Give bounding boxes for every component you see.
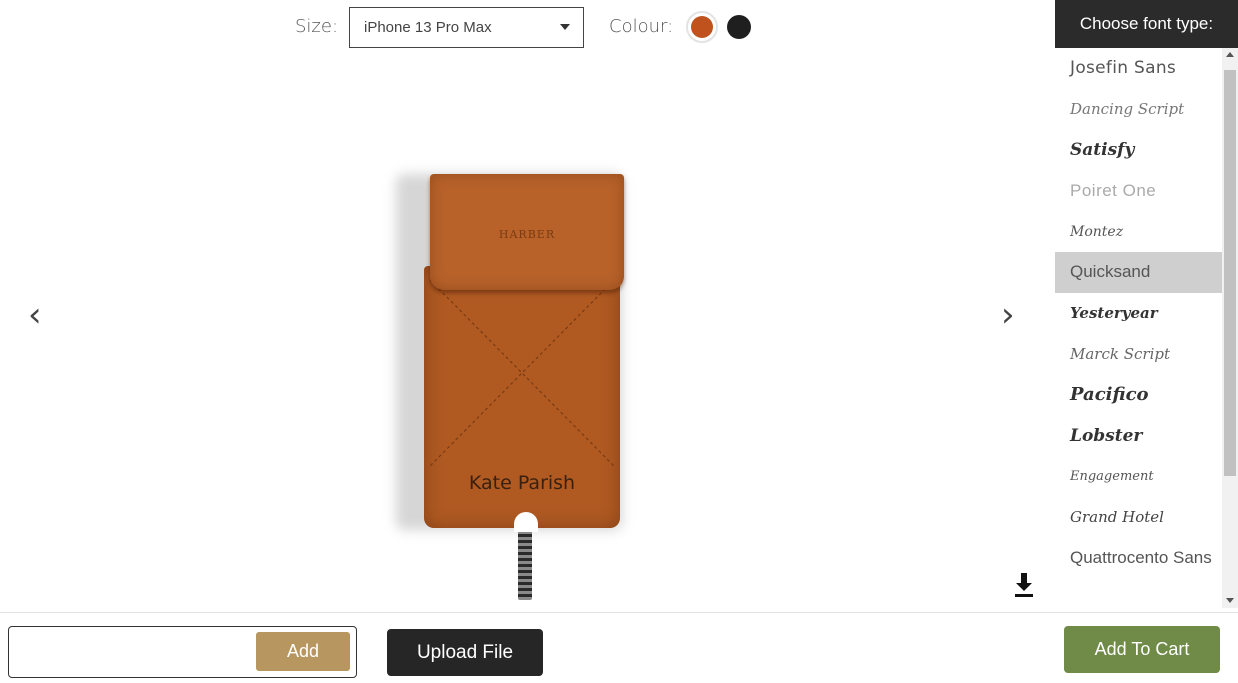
size-label: Size: <box>295 16 339 37</box>
upload-file-button[interactable]: Upload File <box>387 629 543 676</box>
font-option-lobster[interactable]: Lobster <box>1055 415 1222 456</box>
personalisation-text-input[interactable] <box>15 633 251 671</box>
download-icon[interactable] <box>1012 571 1036 599</box>
font-option-pacifico[interactable]: Pacifico <box>1055 374 1222 415</box>
size-select[interactable]: iPhone 13 Pro Max <box>349 7 584 48</box>
font-panel-title: Choose font type: <box>1055 0 1238 48</box>
bottom-divider <box>0 612 1238 613</box>
font-option-satisfy[interactable]: Satisfy <box>1055 130 1222 171</box>
previous-arrow-icon[interactable]: ‹ <box>28 298 42 332</box>
font-option-engagement[interactable]: Engagement <box>1055 456 1222 497</box>
product-preview: HARBER Kate Parish <box>396 170 632 600</box>
next-arrow-icon[interactable]: › <box>1001 298 1015 332</box>
size-select-value: iPhone 13 Pro Max <box>364 19 492 36</box>
swatch-tan-dot <box>691 16 713 38</box>
font-option-poiret-one[interactable]: Poiret One <box>1055 170 1222 211</box>
font-option-montez[interactable]: Montez <box>1055 211 1222 252</box>
colour-swatch-tan[interactable] <box>686 11 718 43</box>
colour-swatch-black[interactable] <box>727 15 751 39</box>
font-list-scrollbar[interactable] <box>1222 48 1238 608</box>
font-option-quicksand[interactable]: Quicksand <box>1055 251 1222 293</box>
sleeve-notch <box>514 512 538 532</box>
colour-label: Colour: <box>609 16 674 37</box>
font-option-grand-hotel[interactable]: Grand Hotel <box>1055 497 1222 538</box>
font-list: Josefin Sans Dancing Script Satisfy Poir… <box>1055 48 1238 608</box>
add-text-button[interactable]: Add <box>256 632 350 671</box>
brand-logo: HARBER <box>498 228 556 241</box>
font-option-yesteryear[interactable]: Yesteryear <box>1055 293 1222 334</box>
add-to-cart-button[interactable]: Add To Cart <box>1064 626 1220 673</box>
font-option-quattrocento-sans[interactable]: Quattrocento Sans <box>1055 538 1222 598</box>
chevron-down-icon <box>560 24 570 30</box>
font-option-josefin-sans[interactable]: Josefin Sans <box>1055 48 1222 89</box>
scroll-up-icon[interactable] <box>1226 52 1234 57</box>
font-option-marck-script[interactable]: Marck Script <box>1055 334 1222 375</box>
font-option-dancing-script[interactable]: Dancing Script <box>1055 89 1222 130</box>
scroll-down-icon[interactable] <box>1226 598 1234 603</box>
scrollbar-thumb[interactable] <box>1224 70 1236 476</box>
engraving-preview: Kate Parish <box>468 472 576 494</box>
